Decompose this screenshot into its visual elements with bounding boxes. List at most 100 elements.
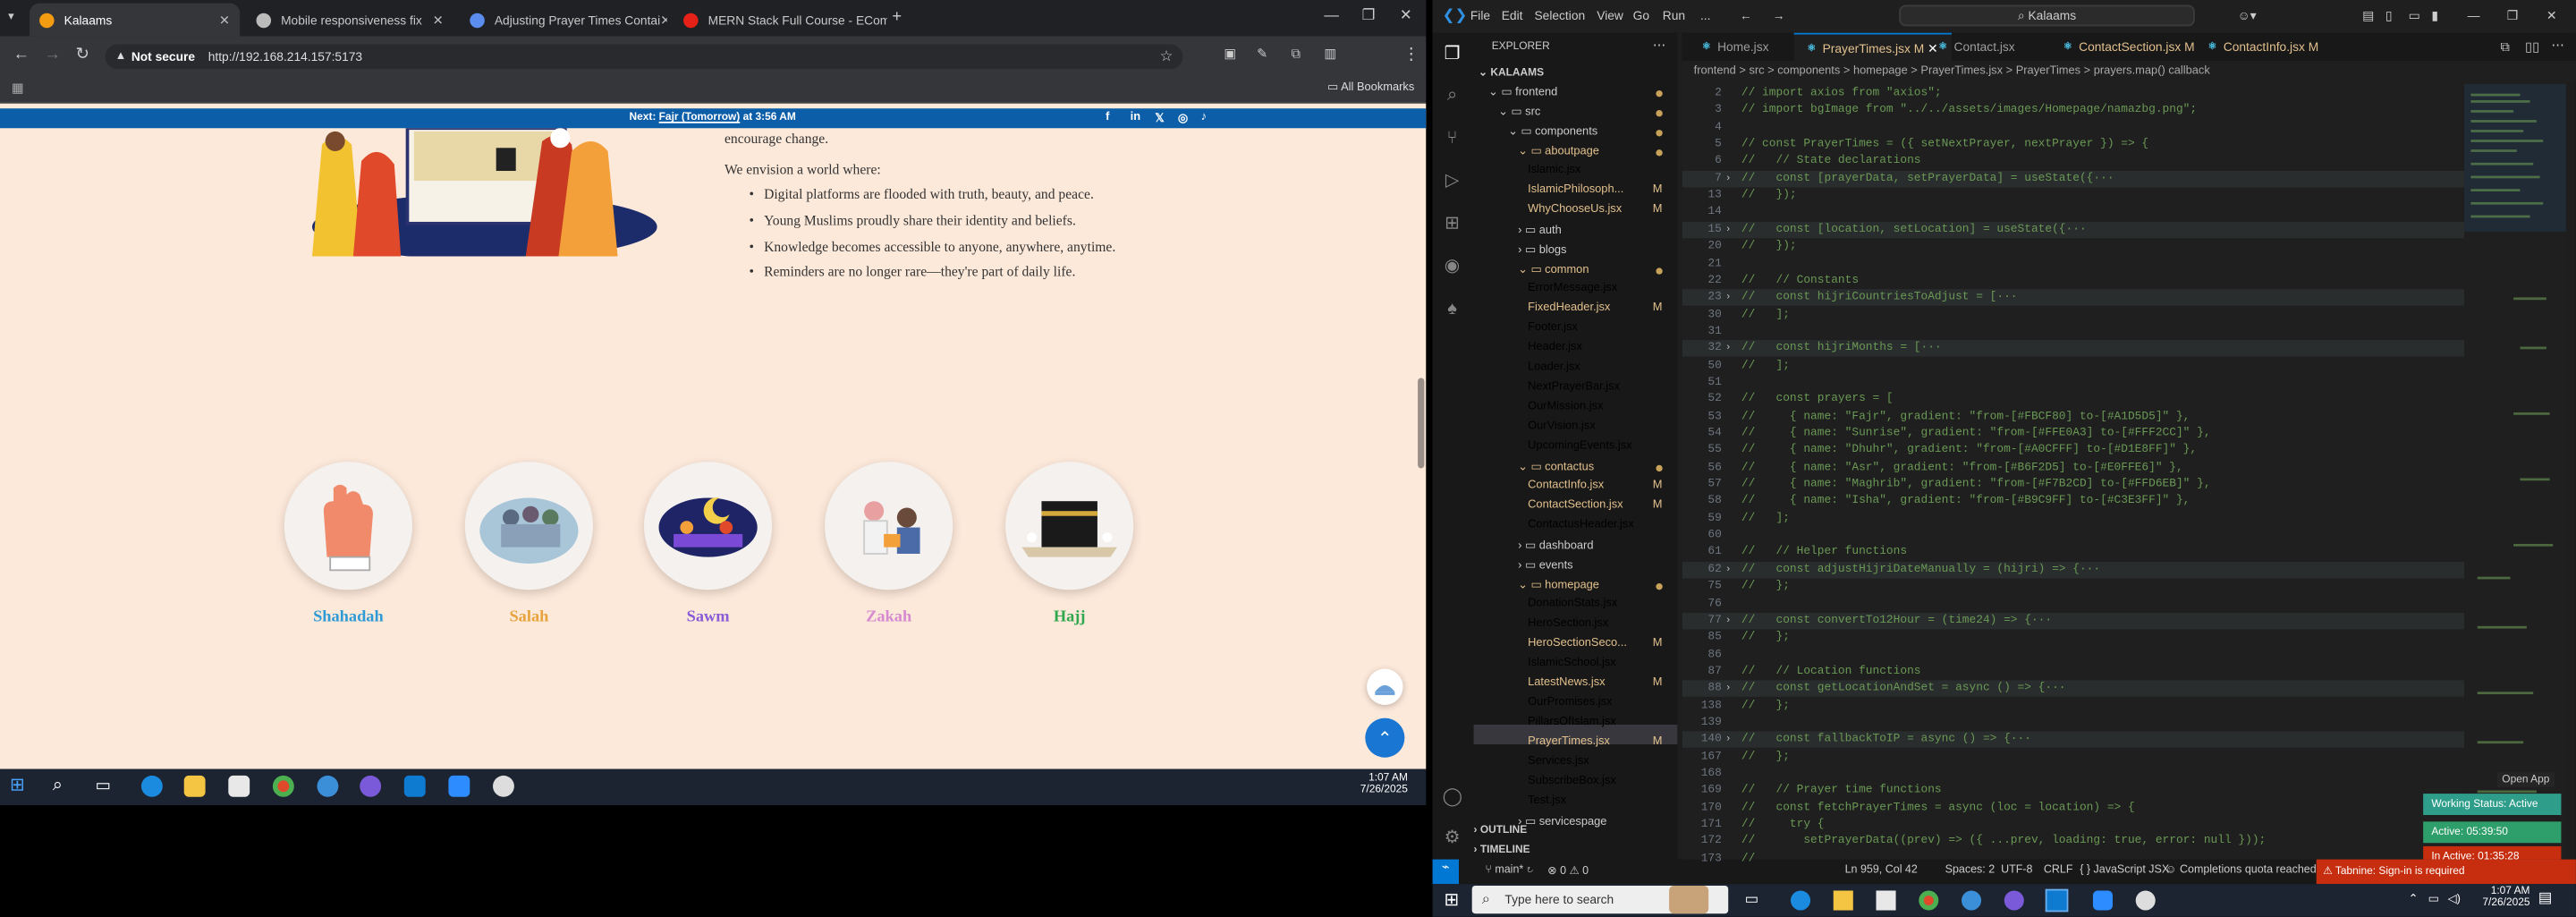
code-line[interactable]: // // Constants [1741,274,1859,287]
source-control-icon[interactable]: ⑂ [1443,128,1462,148]
split-editor-icon[interactable]: ⧉ [2500,39,2510,55]
instagram-icon[interactable]: ◎ [1178,112,1188,125]
code-line[interactable]: // ]; [1741,513,1790,526]
explorer-folder[interactable]: ⌄ ▭ common [1518,263,1589,276]
breadcrumb[interactable]: frontend > src > components > homepage >… [1682,60,2576,84]
code-line[interactable]: // }; [1741,632,1790,645]
fold-chevron-icon[interactable]: › [1726,174,1730,183]
pillar-salah-image[interactable] [464,462,594,590]
close-window-icon[interactable]: ✕ [1400,6,1412,24]
tab-search-chevron-icon[interactable]: ▾ [8,10,13,23]
app-icon[interactable] [493,775,514,797]
nav-forward-icon[interactable]: → [1773,8,1785,23]
browser-tab-2[interactable]: Mobile responsiveness fix ✕ [247,4,453,37]
code-line[interactable]: // ]; [1741,359,1790,372]
forward-arrow-icon[interactable]: → [45,46,61,64]
pillar-label-salah[interactable]: Salah [465,608,593,626]
github-desktop-icon[interactable] [2004,890,2024,911]
code-line[interactable]: // const [location, setLocation] = useSt… [1741,223,2087,236]
close-window-icon[interactable]: ✕ [2546,8,2557,23]
explorer-file[interactable]: Loader.jsx [1528,361,1580,373]
run-debug-icon[interactable]: ▷ [1443,171,1462,191]
security-label[interactable]: Not secure [131,49,195,64]
pillar-label-sawm[interactable]: Sawm [644,608,772,626]
fold-chevron-icon[interactable]: › [1726,344,1730,353]
explorer-file[interactable]: PrayerTimes.jsx [1528,736,1610,748]
code-line[interactable]: // }; [1741,751,1790,764]
code-line[interactable]: // try { [1741,819,1825,832]
linkedin-icon[interactable]: in [1131,112,1140,123]
explorer-folder[interactable]: ⌄ ▭ contactus [1518,460,1594,473]
extensions-icon[interactable]: ⊞ [1443,214,1462,233]
code-line[interactable]: // }); [1741,240,1797,253]
code-line[interactable]: // }); [1741,189,1797,202]
explorer-files-icon[interactable]: ❐ [1443,45,1462,64]
x-twitter-icon[interactable]: 𝕏 [1155,112,1164,125]
store-icon[interactable] [1876,890,1896,911]
explorer-file[interactable]: Islamic.jsx [1528,165,1580,176]
explorer-file[interactable]: Header.jsx [1528,342,1582,353]
explorer-file[interactable]: ContactInfo.jsx [1528,480,1604,491]
extension-icon[interactable]: ▣ [1224,46,1236,61]
git-branch[interactable]: ⑂ main* ↻ [1485,864,1533,876]
code-line[interactable]: // import bgImage from "../../assets/ima… [1741,104,2197,117]
code-line[interactable]: // const convertTo12Hour = (time24) => {… [1741,615,2052,628]
puzzle-extensions-icon[interactable]: ⧉ [1292,46,1301,62]
reload-icon[interactable]: ↻ [75,46,89,64]
explorer-folder[interactable]: ⌄ ▭ src [1498,106,1540,118]
all-bookmarks[interactable]: ▭ All Bookmarks [1327,81,1414,94]
remote-indicator[interactable]: ⌁ [1432,859,1459,885]
app-icon[interactable] [1962,890,1982,911]
code-line[interactable]: // { name: "Fajr", gradient: "from-[#FBC… [1741,411,2190,424]
menu-selection[interactable]: Selection [1534,8,1585,23]
explorer-file[interactable]: DonationStats.jsx [1528,599,1617,610]
pillar-sawm-image[interactable] [643,462,773,590]
maximize-icon[interactable]: ❐ [2507,8,2518,23]
pen-extension-icon[interactable]: ✎ [1257,46,1267,61]
fold-chevron-icon[interactable]: › [1726,684,1730,694]
code-line[interactable]: // { name: "Asr", gradient: "from-[#B6F2… [1741,462,2183,475]
explorer-file[interactable]: ErrorMessage.jsx [1528,283,1617,294]
explorer-file[interactable]: HeroSectionSeco... [1528,638,1627,650]
fold-chevron-icon[interactable]: › [1726,293,1730,302]
task-view-icon[interactable]: ▭ [96,776,117,797]
code-line[interactable]: // ]; [1741,308,1790,321]
code-line[interactable]: // // Helper functions [1741,547,1907,560]
mongodb-leaf-icon[interactable]: ♠ [1443,299,1462,318]
explorer-file[interactable]: OurPromises.jsx [1528,697,1612,709]
timeline-section[interactable]: › TIMELINE [1474,845,1530,856]
code-line[interactable]: // // State declarations [1741,155,1921,168]
toggle-sidebar-icon[interactable]: ▯ [2385,8,2393,23]
menu-go[interactable]: Go [1633,8,1649,23]
store-icon[interactable] [228,775,250,797]
tiktok-icon[interactable]: ♪ [1201,112,1207,123]
fold-chevron-icon[interactable]: › [1726,735,1730,745]
line-endings[interactable]: CRLF [2044,864,2073,876]
explorer-file[interactable]: Services.jsx [1528,756,1589,768]
menu-edit[interactable]: Edit [1502,8,1523,23]
code-line[interactable]: // // Prayer time functions [1741,785,1942,798]
split-view-icon[interactable]: ▯▯ [2525,39,2539,55]
zoom-app-icon[interactable] [2092,890,2113,911]
explorer-file[interactable]: IslamicSchool.jsx [1528,658,1616,669]
working-status-badge[interactable]: Working Status: Active [2423,794,2562,816]
code-line[interactable]: // const adjustHijriDateManually = (hijr… [1741,564,2100,577]
explorer-file[interactable]: Test.jsx [1528,795,1566,807]
browser-tab-kalaams[interactable]: Kalaams ✕ [30,3,241,37]
language-mode[interactable]: { } JavaScript JSX [2080,864,2169,876]
explorer-folder[interactable]: ⌄ ▭ aboutpage [1518,145,1599,157]
code-line[interactable]: // const hijriMonths = [··· [1741,342,1942,355]
copilot-icon[interactable]: ☺▾ [2238,8,2257,23]
menu-file[interactable]: File [1470,8,1490,23]
edge-icon[interactable] [140,775,163,797]
facebook-icon[interactable]: f [1106,112,1109,123]
windows-start-icon[interactable]: ⊞ [10,776,31,797]
fold-chevron-icon[interactable]: › [1726,616,1730,625]
pillar-label-shahadah[interactable]: Shahadah [284,608,412,626]
task-view-icon[interactable]: ▭ [1745,890,1759,908]
file-explorer-icon[interactable] [183,775,206,797]
search-icon[interactable]: ⌕ [1443,86,1462,106]
tray-chevron-icon[interactable]: ⌃ [2409,892,2419,905]
pillar-shahadah-image[interactable] [284,462,413,590]
scroll-to-top-button[interactable]: ⌃ [1365,717,1405,758]
